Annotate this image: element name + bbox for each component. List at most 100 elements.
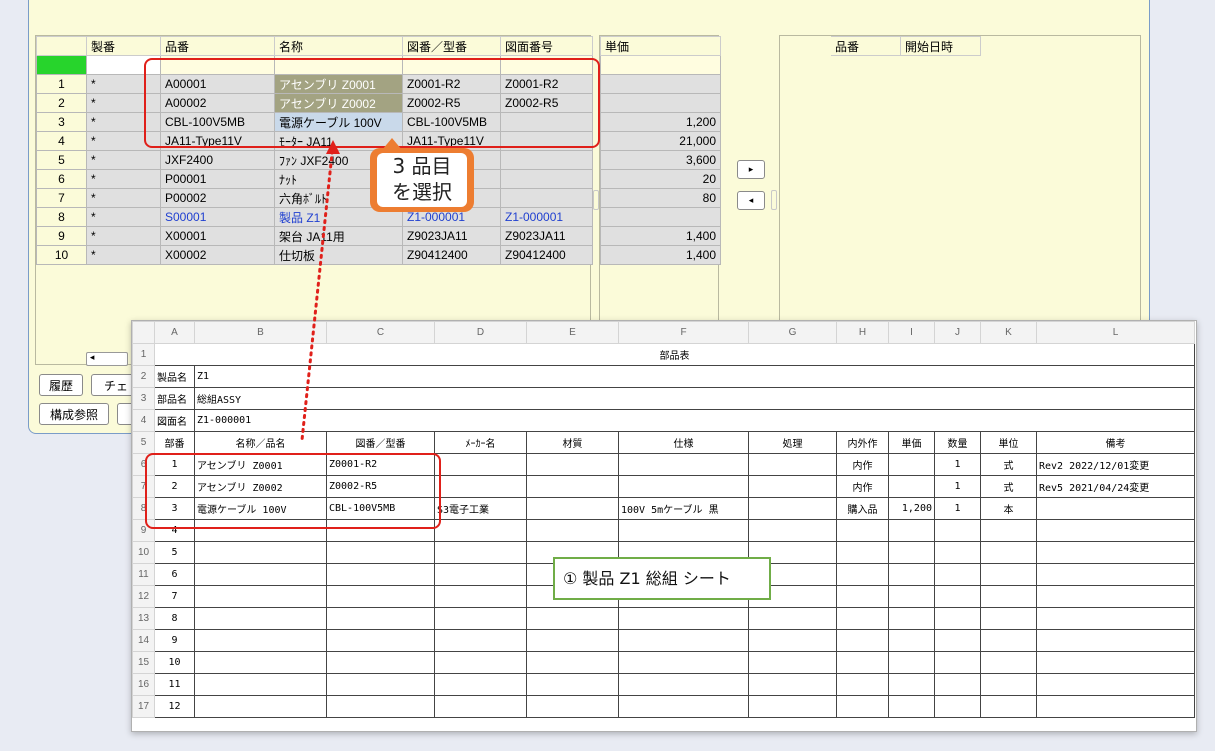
sheet-cell-process[interactable] bbox=[748, 519, 837, 542]
sheet-col-header[interactable]: I bbox=[888, 321, 935, 344]
seiban-cell[interactable]: * bbox=[86, 226, 161, 246]
sheet-cell-unit[interactable] bbox=[980, 585, 1037, 608]
row-number[interactable]: 8 bbox=[36, 207, 87, 227]
table-header-cell[interactable]: 内外作 bbox=[836, 431, 889, 454]
price-cell[interactable] bbox=[600, 74, 721, 94]
sheet-cell-maker[interactable]: S3電子工業 bbox=[434, 497, 527, 520]
code-cell[interactable]: JXF2400 bbox=[160, 150, 275, 170]
sheet-cell-unit[interactable]: 本 bbox=[980, 497, 1037, 520]
price-row[interactable]: 21,000 bbox=[600, 131, 721, 151]
sheet-row-number[interactable]: 10 bbox=[132, 541, 155, 564]
structure-ref-button[interactable]: 構成参照 bbox=[39, 403, 109, 425]
fig-cell[interactable] bbox=[500, 188, 593, 208]
row-number[interactable]: 7 bbox=[36, 188, 87, 208]
sheet-cell-no[interactable]: 9 bbox=[154, 629, 195, 652]
sheet-cell-material[interactable] bbox=[526, 607, 619, 630]
sheet-cell-inout[interactable]: 内作 bbox=[836, 475, 889, 498]
sheet-row-number[interactable]: 15 bbox=[132, 651, 155, 674]
table-header-cell[interactable]: 数量 bbox=[934, 431, 981, 454]
price-row[interactable]: 3,600 bbox=[600, 150, 721, 170]
sheet-col-header[interactable]: E bbox=[526, 321, 619, 344]
sheet-cell-price[interactable] bbox=[888, 585, 935, 608]
table-header-cell[interactable]: 部番 bbox=[154, 431, 195, 454]
price-cell[interactable]: 1,400 bbox=[600, 226, 721, 246]
sheet-cell-qty[interactable]: 1 bbox=[934, 475, 981, 498]
move-left-button[interactable]: ◂ bbox=[737, 191, 765, 210]
sheet-cell-price[interactable] bbox=[888, 673, 935, 696]
sheet-cell-note[interactable] bbox=[1036, 629, 1195, 652]
fig-cell[interactable]: Z9023JA11 bbox=[500, 226, 593, 246]
sheet-cell-inout[interactable] bbox=[836, 651, 889, 674]
table-header-cell[interactable]: 仕様 bbox=[618, 431, 749, 454]
row-number[interactable]: 5 bbox=[36, 150, 87, 170]
move-right-button[interactable]: ▸ bbox=[737, 160, 765, 179]
sheet-cell-material[interactable] bbox=[526, 453, 619, 476]
row-number[interactable]: 4 bbox=[36, 131, 87, 151]
sheet-cell-no[interactable]: 8 bbox=[154, 607, 195, 630]
sheet-cell-material[interactable] bbox=[526, 519, 619, 542]
sheet-cell-price[interactable] bbox=[888, 453, 935, 476]
seiban-cell[interactable]: * bbox=[86, 150, 161, 170]
price-cell[interactable]: 21,000 bbox=[600, 131, 721, 151]
price-row[interactable]: 1,400 bbox=[600, 226, 721, 246]
drawing-cell[interactable]: Z90412400 bbox=[402, 245, 501, 265]
code-cell[interactable]: S00001 bbox=[160, 207, 275, 227]
sheet-cell-maker[interactable] bbox=[434, 475, 527, 498]
sheet-cell-drawing[interactable] bbox=[326, 629, 435, 652]
sheet-cell-process[interactable] bbox=[748, 607, 837, 630]
sheet-row-number[interactable]: 1 bbox=[132, 343, 155, 366]
info-label[interactable]: 製品名 bbox=[154, 365, 195, 388]
sheet-cell-maker[interactable] bbox=[434, 695, 527, 718]
sheet-cell-maker[interactable] bbox=[434, 541, 527, 564]
info-label[interactable]: 部品名 bbox=[154, 387, 195, 410]
sheet-cell-inout[interactable]: 購入品 bbox=[836, 497, 889, 520]
sheet-cell-process[interactable] bbox=[748, 695, 837, 718]
sheet-cell-unit[interactable] bbox=[980, 607, 1037, 630]
sheet-row-number[interactable]: 11 bbox=[132, 563, 155, 586]
sheet-cell-unit[interactable] bbox=[980, 629, 1037, 652]
sheet-cell-unit[interactable] bbox=[980, 651, 1037, 674]
sheet-cell-price[interactable] bbox=[888, 541, 935, 564]
row-number[interactable]: 10 bbox=[36, 245, 87, 265]
sheet-cell-no[interactable]: 12 bbox=[154, 695, 195, 718]
sheet-cell-maker[interactable] bbox=[434, 673, 527, 696]
sheet-cell-qty[interactable] bbox=[934, 695, 981, 718]
price-cell[interactable] bbox=[600, 93, 721, 113]
sheet-col-header[interactable]: D bbox=[434, 321, 527, 344]
sheet-cell-price[interactable] bbox=[888, 563, 935, 586]
table-header-cell[interactable]: 処理 bbox=[748, 431, 837, 454]
price-cell[interactable]: 3,600 bbox=[600, 150, 721, 170]
sheet-col-header[interactable]: F bbox=[618, 321, 749, 344]
row-number[interactable]: 3 bbox=[36, 112, 87, 132]
sheet-cell-maker[interactable] bbox=[434, 629, 527, 652]
sheet-cell-maker[interactable] bbox=[434, 453, 527, 476]
sheet-cell-no[interactable]: 10 bbox=[154, 651, 195, 674]
sheet-cell-drawing[interactable] bbox=[326, 651, 435, 674]
info-label[interactable]: 図面名 bbox=[154, 409, 195, 432]
sheet-cell-maker[interactable] bbox=[434, 519, 527, 542]
sheet-cell-spec[interactable] bbox=[618, 607, 749, 630]
sheet-cell-qty[interactable] bbox=[934, 629, 981, 652]
fig-cell[interactable]: Z90412400 bbox=[500, 245, 593, 265]
sheet-cell-drawing[interactable] bbox=[326, 695, 435, 718]
sheet-cell-no[interactable]: 7 bbox=[154, 585, 195, 608]
sheet-row-number[interactable]: 4 bbox=[132, 409, 155, 432]
filter-cell[interactable] bbox=[600, 55, 721, 75]
sheet-row-number[interactable]: 3 bbox=[132, 387, 155, 410]
code-cell[interactable]: X00001 bbox=[160, 226, 275, 246]
col-header-price[interactable]: 単価 bbox=[600, 36, 721, 56]
sheet-cell-note[interactable] bbox=[1036, 563, 1195, 586]
sheet-cell-unit[interactable] bbox=[980, 563, 1037, 586]
row-number[interactable]: 2 bbox=[36, 93, 87, 113]
sheet-cell-unit[interactable]: 式 bbox=[980, 453, 1037, 476]
code-cell[interactable]: P00001 bbox=[160, 169, 275, 189]
sheet-cell-maker[interactable] bbox=[434, 651, 527, 674]
seiban-cell[interactable]: * bbox=[86, 245, 161, 265]
col-header-name[interactable]: 名称 bbox=[274, 36, 403, 56]
sheet-cell-note[interactable]: Rev5 2021/04/24変更 bbox=[1036, 475, 1195, 498]
sheet-cell-note[interactable] bbox=[1036, 519, 1195, 542]
sheet-row-number[interactable]: 16 bbox=[132, 673, 155, 696]
sheet-row-number[interactable]: 12 bbox=[132, 585, 155, 608]
price-row[interactable] bbox=[600, 74, 721, 94]
sheet-cell-maker[interactable] bbox=[434, 585, 527, 608]
